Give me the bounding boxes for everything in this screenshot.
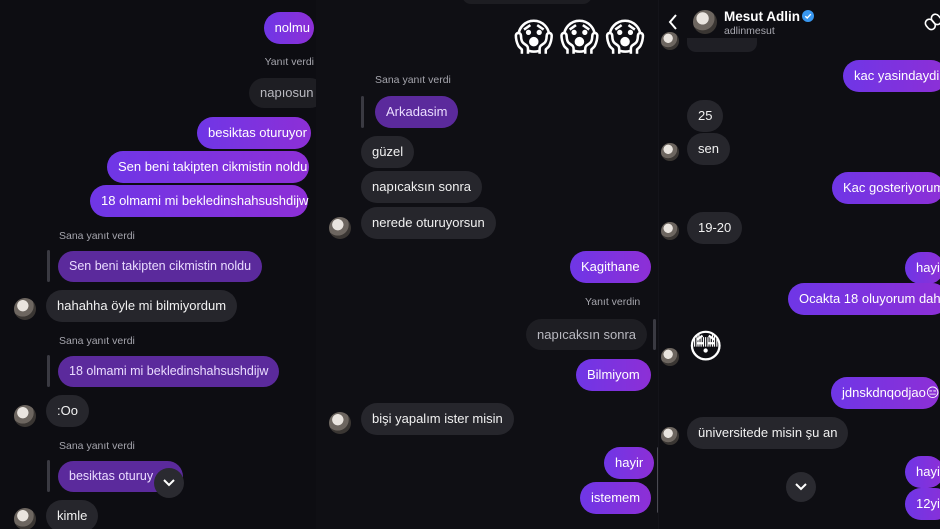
quoted-message[interactable]: napıcaksın sonra — [526, 319, 648, 350]
message-incoming[interactable]: kimle — [46, 500, 99, 529]
message-cutoff — [687, 38, 757, 52]
message-outgoing[interactable]: hayir — [604, 447, 655, 479]
avatar[interactable] — [693, 10, 717, 34]
link-icon[interactable] — [924, 12, 940, 32]
message-incoming[interactable]: sen — [687, 133, 730, 165]
avatar[interactable] — [661, 222, 679, 240]
reply-note: Sana yanıt verdi — [59, 335, 135, 347]
quoted-message[interactable]: napıosun — [249, 78, 316, 108]
reply-line — [47, 460, 50, 492]
avatar[interactable] — [661, 32, 679, 50]
message-incoming[interactable]: bişi yapalım ister misin — [361, 403, 514, 435]
reply-note: Yanıt verdi — [264, 56, 314, 68]
message-outgoing[interactable]: Ocakta 18 oluyorum daha — [788, 283, 940, 315]
avatar[interactable] — [14, 298, 36, 320]
message-outgoing[interactable]: istemem — [580, 482, 652, 514]
scroll-down-button[interactable] — [154, 468, 184, 498]
contact-name[interactable]: Mesut Adlin — [724, 9, 800, 24]
message-outgoing[interactable]: hayir — [905, 252, 940, 284]
back-chevron-icon[interactable] — [667, 13, 679, 31]
message-outgoing[interactable]: 18 olmami mi bekledinshahsushdijw — [90, 185, 309, 217]
message-outgoing[interactable]: Bilmiyom — [576, 359, 651, 391]
message-incoming[interactable]: güzel — [361, 136, 415, 168]
message-outgoing[interactable]: hayir — [905, 456, 940, 488]
avatar[interactable] — [14, 508, 36, 529]
chat-panel-left: nolmu Yanıt verdi napıosun besiktas otur… — [0, 0, 316, 529]
message-outgoing[interactable]: jdnskdnqodjao😑 — [831, 377, 940, 409]
chevron-down-icon — [795, 483, 807, 491]
emoji-message[interactable]: 😳 — [688, 327, 723, 367]
reply-line — [361, 96, 364, 128]
message-incoming[interactable]: üniversitede misin şu an — [687, 417, 849, 449]
quoted-message[interactable]: 18 olmami mi bekledinshahsushdijw — [58, 356, 280, 387]
message-incoming[interactable]: napıcaksın sonra — [361, 171, 483, 203]
avatar[interactable] — [329, 217, 351, 239]
avatar[interactable] — [661, 143, 679, 161]
avatar[interactable] — [329, 412, 351, 434]
reply-line — [653, 319, 656, 350]
message-incoming[interactable]: 19-20 — [687, 212, 743, 244]
message-outgoing[interactable]: Kagithane — [570, 251, 651, 283]
message-cutoff — [462, 0, 592, 4]
message-outgoing[interactable]: nolmu — [263, 12, 314, 44]
message-incoming[interactable]: :Oo — [46, 395, 89, 427]
message-outgoing[interactable]: besiktas oturuyor — [197, 117, 311, 149]
avatar[interactable] — [661, 427, 679, 445]
message-outgoing[interactable]: Sen beni takipten cikmistin noldu — [107, 151, 310, 183]
avatar[interactable] — [14, 405, 36, 427]
chat-panel-middle: 😱😱😱 Sana yanıt verdi Arkadasim güzel nap… — [316, 0, 658, 529]
reply-note: Sana yanıt verdi — [59, 230, 135, 242]
quoted-message[interactable]: Arkadasim — [375, 96, 459, 128]
message-incoming[interactable]: hahahha öyle mi bilmiyordum — [46, 290, 238, 322]
message-outgoing[interactable]: Kac gosteriyorum — [832, 172, 940, 204]
scroll-down-button[interactable] — [786, 472, 816, 502]
reply-note: Sana yanıt verdi — [59, 440, 135, 452]
reply-note: Sana yanıt verdi — [375, 74, 451, 86]
message-outgoing[interactable]: 12yim — [905, 488, 940, 520]
message-incoming[interactable]: 25 — [687, 100, 724, 132]
message-outgoing[interactable]: kac yasindaydin — [843, 60, 940, 92]
verified-badge-icon — [802, 10, 814, 22]
chevron-down-icon — [163, 479, 175, 487]
reply-line — [47, 355, 50, 387]
contact-username: adlinmesut — [724, 25, 775, 37]
reply-line — [47, 250, 50, 282]
reply-note: Yanıt verdin — [585, 296, 641, 308]
quoted-message[interactable]: Sen beni takipten cikmistin noldu — [58, 251, 263, 282]
chat-panel-right: Mesut Adlin adlinmesut kac yasindaydin 2… — [658, 0, 940, 529]
avatar[interactable] — [661, 348, 679, 366]
message-incoming[interactable]: nerede oturuyorsun — [361, 207, 496, 239]
emoji-reaction: 😱😱😱 — [514, 17, 651, 59]
